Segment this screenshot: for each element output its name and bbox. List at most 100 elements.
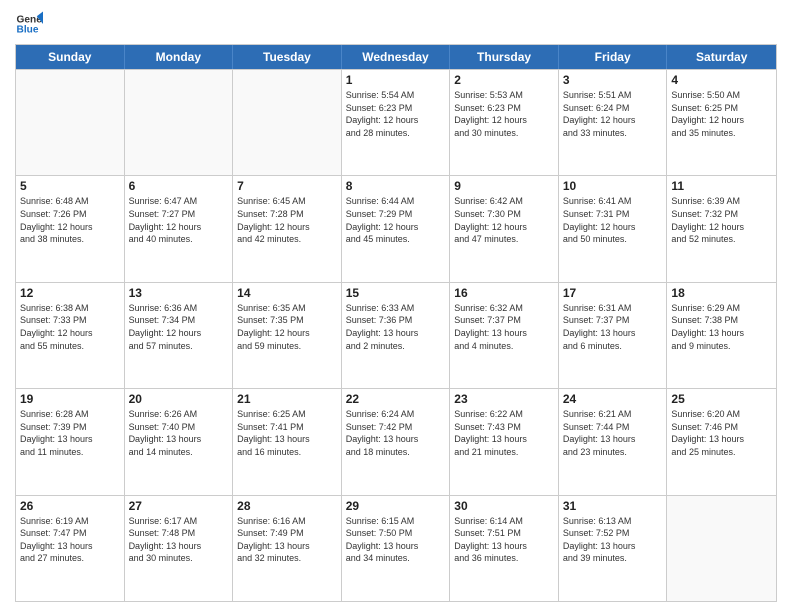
calendar-header-cell: Sunday xyxy=(16,45,125,69)
svg-text:Blue: Blue xyxy=(17,25,39,36)
calendar-cell: 22 Sunrise: 6:24 AM Sunset: 7:42 PM Dayli… xyxy=(342,389,451,494)
day-number: 3 xyxy=(563,73,663,87)
cell-info: Sunrise: 6:31 AM Sunset: 7:37 PM Dayligh… xyxy=(563,302,663,352)
calendar-row: 5 Sunrise: 6:48 AM Sunset: 7:26 PM Daylig… xyxy=(16,175,776,281)
day-number: 12 xyxy=(20,286,120,300)
calendar-cell: 27 Sunrise: 6:17 AM Sunset: 7:48 PM Dayli… xyxy=(125,496,234,601)
day-number: 17 xyxy=(563,286,663,300)
day-number: 1 xyxy=(346,73,446,87)
calendar-row: 12 Sunrise: 6:38 AM Sunset: 7:33 PM Dayli… xyxy=(16,282,776,388)
calendar-cell: 28Sunrise: 6:16 AM Sunset: 7:49 PM Dayli… xyxy=(233,496,342,601)
calendar-cell: 21 Sunrise: 6:25 AM Sunset: 7:41 PM Dayli… xyxy=(233,389,342,494)
calendar-cell: 20 Sunrise: 6:26 AM Sunset: 7:40 PM Dayli… xyxy=(125,389,234,494)
calendar-header-row: SundayMondayTuesdayWednesdayThursdayFrid… xyxy=(16,45,776,69)
cell-info: Sunrise: 6:16 AM Sunset: 7:49 PM Dayligh… xyxy=(237,515,337,565)
calendar-cell: 10 Sunrise: 6:41 AM Sunset: 7:31 PM Dayli… xyxy=(559,176,668,281)
calendar-cell: 30 Sunrise: 6:14 AM Sunset: 7:51 PM Dayli… xyxy=(450,496,559,601)
logo-icon: General Blue xyxy=(15,10,43,38)
calendar-cell: 11 Sunrise: 6:39 AM Sunset: 7:32 PM Dayli… xyxy=(667,176,776,281)
calendar-cell: 18 Sunrise: 6:29 AM Sunset: 7:38 PM Dayli… xyxy=(667,283,776,388)
calendar-cell: 19 Sunrise: 6:28 AM Sunset: 7:39 PM Dayli… xyxy=(16,389,125,494)
calendar-body: 1 Sunrise: 5:54 AM Sunset: 6:23 PM Daylig… xyxy=(16,69,776,601)
calendar-cell xyxy=(16,70,125,175)
calendar-cell: 6 Sunrise: 6:47 AM Sunset: 7:27 PM Daylig… xyxy=(125,176,234,281)
calendar-cell xyxy=(667,496,776,601)
calendar-cell: 9 Sunrise: 6:42 AM Sunset: 7:30 PM Daylig… xyxy=(450,176,559,281)
cell-info: Sunrise: 6:26 AM Sunset: 7:40 PM Dayligh… xyxy=(129,408,229,458)
cell-info: Sunrise: 6:45 AM Sunset: 7:28 PM Dayligh… xyxy=(237,195,337,245)
header: General Blue xyxy=(15,10,777,38)
cell-info: Sunrise: 6:15 AM Sunset: 7:50 PM Dayligh… xyxy=(346,515,446,565)
cell-info: Sunrise: 6:19 AM Sunset: 7:47 PM Dayligh… xyxy=(20,515,120,565)
calendar-row: 1 Sunrise: 5:54 AM Sunset: 6:23 PM Daylig… xyxy=(16,69,776,175)
cell-info: Sunrise: 6:32 AM Sunset: 7:37 PM Dayligh… xyxy=(454,302,554,352)
day-number: 2 xyxy=(454,73,554,87)
calendar-row: 19 Sunrise: 6:28 AM Sunset: 7:39 PM Dayli… xyxy=(16,388,776,494)
calendar-cell: 24Sunrise: 6:21 AM Sunset: 7:44 PM Dayli… xyxy=(559,389,668,494)
cell-info: Sunrise: 6:44 AM Sunset: 7:29 PM Dayligh… xyxy=(346,195,446,245)
calendar-cell: 7 Sunrise: 6:45 AM Sunset: 7:28 PM Daylig… xyxy=(233,176,342,281)
day-number: 9 xyxy=(454,179,554,193)
calendar-header-cell: Monday xyxy=(125,45,234,69)
cell-info: Sunrise: 6:28 AM Sunset: 7:39 PM Dayligh… xyxy=(20,408,120,458)
calendar-cell xyxy=(233,70,342,175)
cell-info: Sunrise: 6:29 AM Sunset: 7:38 PM Dayligh… xyxy=(671,302,772,352)
cell-info: Sunrise: 6:35 AM Sunset: 7:35 PM Dayligh… xyxy=(237,302,337,352)
day-number: 20 xyxy=(129,392,229,406)
cell-info: Sunrise: 6:33 AM Sunset: 7:36 PM Dayligh… xyxy=(346,302,446,352)
day-number: 15 xyxy=(346,286,446,300)
calendar-header-cell: Saturday xyxy=(667,45,776,69)
calendar-cell: 15 Sunrise: 6:33 AM Sunset: 7:36 PM Dayli… xyxy=(342,283,451,388)
page: General Blue SundayMondayTuesdayWednesda… xyxy=(0,0,792,612)
cell-info: Sunrise: 6:36 AM Sunset: 7:34 PM Dayligh… xyxy=(129,302,229,352)
calendar-header-cell: Tuesday xyxy=(233,45,342,69)
cell-info: Sunrise: 6:25 AM Sunset: 7:41 PM Dayligh… xyxy=(237,408,337,458)
day-number: 19 xyxy=(20,392,120,406)
cell-info: Sunrise: 6:21 AM Sunset: 7:44 PM Dayligh… xyxy=(563,408,663,458)
cell-info: Sunrise: 6:38 AM Sunset: 7:33 PM Dayligh… xyxy=(20,302,120,352)
calendar-cell: 8Sunrise: 6:44 AM Sunset: 7:29 PM Daylig… xyxy=(342,176,451,281)
day-number: 14 xyxy=(237,286,337,300)
day-number: 22 xyxy=(346,392,446,406)
day-number: 21 xyxy=(237,392,337,406)
cell-info: Sunrise: 6:41 AM Sunset: 7:31 PM Dayligh… xyxy=(563,195,663,245)
cell-info: Sunrise: 6:14 AM Sunset: 7:51 PM Dayligh… xyxy=(454,515,554,565)
cell-info: Sunrise: 5:53 AM Sunset: 6:23 PM Dayligh… xyxy=(454,89,554,139)
calendar-cell: 23Sunrise: 6:22 AM Sunset: 7:43 PM Dayli… xyxy=(450,389,559,494)
calendar-cell: 12 Sunrise: 6:38 AM Sunset: 7:33 PM Dayli… xyxy=(16,283,125,388)
calendar-header-cell: Friday xyxy=(559,45,668,69)
cell-info: Sunrise: 6:24 AM Sunset: 7:42 PM Dayligh… xyxy=(346,408,446,458)
calendar-cell: 31Sunrise: 6:13 AM Sunset: 7:52 PM Dayli… xyxy=(559,496,668,601)
day-number: 25 xyxy=(671,392,772,406)
calendar-cell: 14 Sunrise: 6:35 AM Sunset: 7:35 PM Dayli… xyxy=(233,283,342,388)
day-number: 4 xyxy=(671,73,772,87)
cell-info: Sunrise: 6:13 AM Sunset: 7:52 PM Dayligh… xyxy=(563,515,663,565)
cell-info: Sunrise: 5:50 AM Sunset: 6:25 PM Dayligh… xyxy=(671,89,772,139)
cell-info: Sunrise: 6:42 AM Sunset: 7:30 PM Dayligh… xyxy=(454,195,554,245)
day-number: 18 xyxy=(671,286,772,300)
calendar-cell: 29Sunrise: 6:15 AM Sunset: 7:50 PM Dayli… xyxy=(342,496,451,601)
calendar-cell: 25Sunrise: 6:20 AM Sunset: 7:46 PM Dayli… xyxy=(667,389,776,494)
cell-info: Sunrise: 6:47 AM Sunset: 7:27 PM Dayligh… xyxy=(129,195,229,245)
day-number: 27 xyxy=(129,499,229,513)
cell-info: Sunrise: 6:48 AM Sunset: 7:26 PM Dayligh… xyxy=(20,195,120,245)
cell-info: Sunrise: 6:39 AM Sunset: 7:32 PM Dayligh… xyxy=(671,195,772,245)
day-number: 10 xyxy=(563,179,663,193)
cell-info: Sunrise: 6:22 AM Sunset: 7:43 PM Dayligh… xyxy=(454,408,554,458)
day-number: 30 xyxy=(454,499,554,513)
day-number: 11 xyxy=(671,179,772,193)
day-number: 7 xyxy=(237,179,337,193)
logo: General Blue xyxy=(15,10,43,38)
calendar-header-cell: Thursday xyxy=(450,45,559,69)
calendar-cell xyxy=(125,70,234,175)
day-number: 16 xyxy=(454,286,554,300)
day-number: 6 xyxy=(129,179,229,193)
day-number: 5 xyxy=(20,179,120,193)
calendar-cell: 26Sunrise: 6:19 AM Sunset: 7:47 PM Dayli… xyxy=(16,496,125,601)
calendar-cell: 17 Sunrise: 6:31 AM Sunset: 7:37 PM Dayli… xyxy=(559,283,668,388)
calendar-cell: 2 Sunrise: 5:53 AM Sunset: 6:23 PM Daylig… xyxy=(450,70,559,175)
cell-info: Sunrise: 5:54 AM Sunset: 6:23 PM Dayligh… xyxy=(346,89,446,139)
cell-info: Sunrise: 6:17 AM Sunset: 7:48 PM Dayligh… xyxy=(129,515,229,565)
cell-info: Sunrise: 5:51 AM Sunset: 6:24 PM Dayligh… xyxy=(563,89,663,139)
calendar-cell: 3 Sunrise: 5:51 AM Sunset: 6:24 PM Daylig… xyxy=(559,70,668,175)
